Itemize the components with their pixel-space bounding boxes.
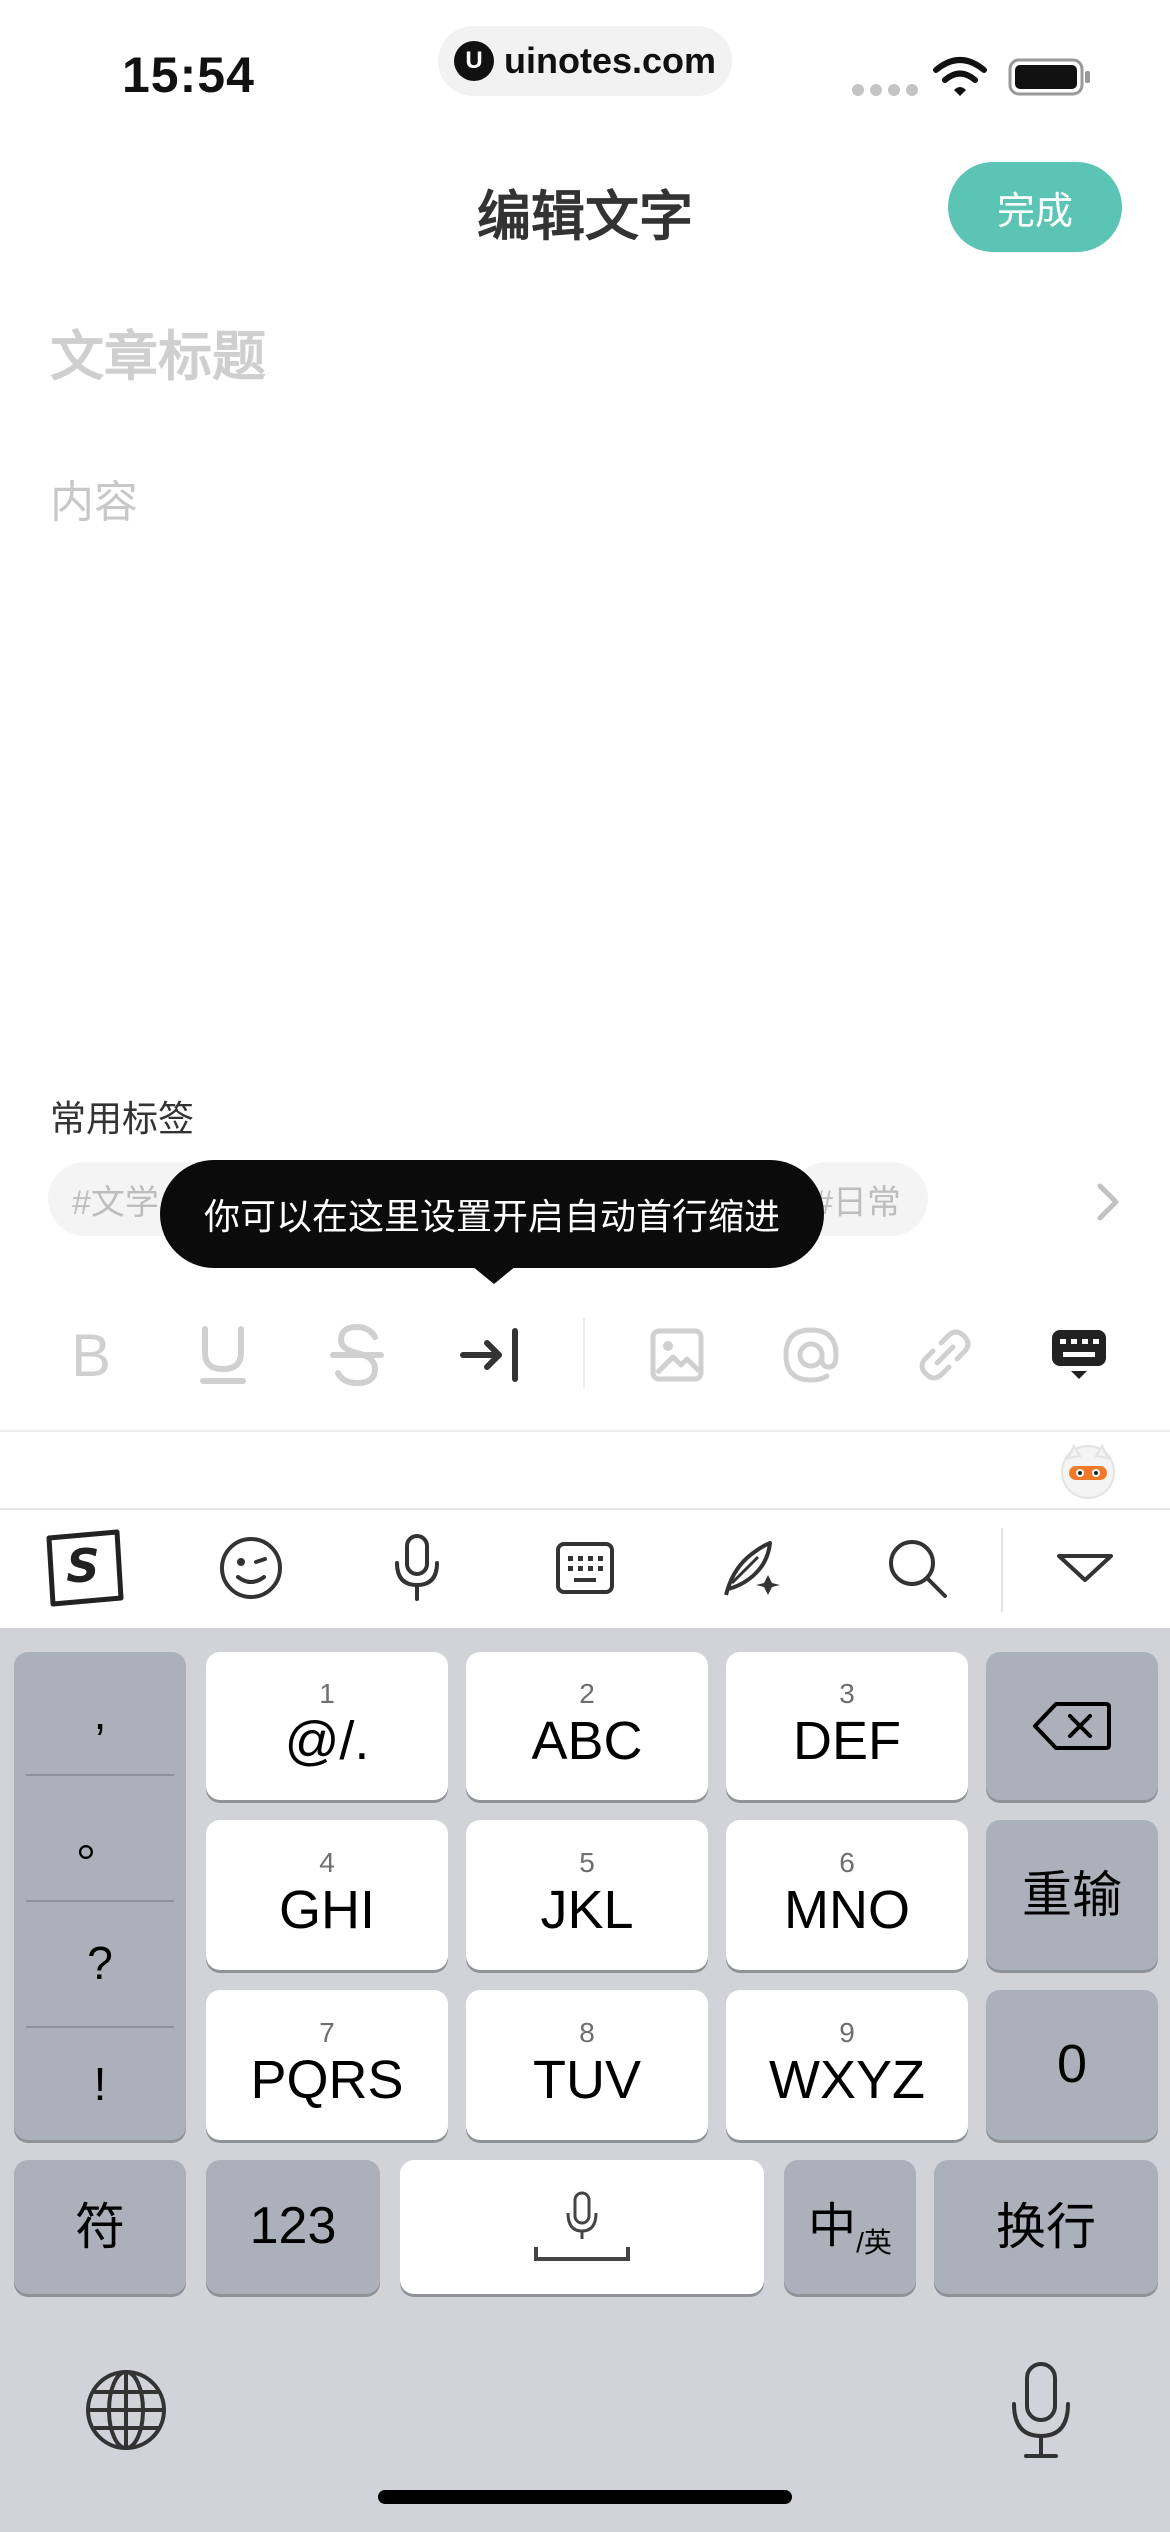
language-switch-key[interactable]: 中 /英: [784, 2160, 916, 2294]
article-title-input[interactable]: 文章标题: [50, 312, 266, 391]
sogou-logo-icon[interactable]: S: [38, 1524, 128, 1612]
strikethrough-icon[interactable]: [312, 1310, 402, 1400]
numbers-key[interactable]: 123: [206, 2160, 380, 2294]
status-time: 15:54: [122, 47, 255, 103]
collapse-keyboard-icon[interactable]: [1040, 1524, 1130, 1612]
key-2[interactable]: 2 ABC: [466, 1652, 708, 1800]
microphone-space-icon: [534, 2191, 630, 2261]
url-pill: U uinotes.com: [438, 26, 732, 96]
key-number: 8: [579, 2017, 595, 2049]
key-label: GHI: [278, 1880, 375, 1941]
underline-icon[interactable]: [178, 1310, 268, 1400]
bold-icon[interactable]: B: [46, 1310, 136, 1400]
site-logo-icon: U: [453, 41, 494, 81]
key-0[interactable]: 0: [986, 1990, 1158, 2140]
key-7[interactable]: 7 PQRS: [206, 1990, 448, 2140]
key-label: 123: [249, 2197, 337, 2256]
key-number: 1: [319, 1678, 335, 1710]
cellular-signal-icon: [852, 84, 918, 96]
key-5[interactable]: 5 JKL: [466, 1820, 708, 1970]
key-label: @/.: [284, 1711, 370, 1772]
keyboard-icon[interactable]: [540, 1524, 630, 1612]
key-number: 9: [839, 2017, 855, 2049]
retype-key[interactable]: 重输: [986, 1820, 1158, 1970]
toolbar-divider: [583, 1318, 585, 1388]
punct-key-comma[interactable]: ,: [14, 1652, 186, 1774]
key-label: 中: [808, 2199, 857, 2253]
ime-divider: [1001, 1528, 1003, 1612]
punct-key-exclamation[interactable]: !: [14, 2028, 186, 2140]
key-label: 重输: [1022, 1866, 1122, 1923]
ime-bar-border: [0, 1508, 1170, 1510]
svg-text:S: S: [66, 1539, 99, 1593]
globe-icon[interactable]: [84, 2368, 168, 2452]
dictation-icon[interactable]: [1008, 2360, 1074, 2460]
home-indicator: [378, 2490, 792, 2504]
url-text: uinotes.com: [503, 40, 717, 81]
key-number: 3: [839, 1678, 855, 1710]
key-number: 6: [839, 1847, 855, 1879]
punct-key-question[interactable]: ?: [14, 1902, 186, 2024]
key-label: PQRS: [250, 2050, 404, 2111]
voice-icon[interactable]: [372, 1524, 462, 1612]
punctuation-column[interactable]: , 。 ? !: [14, 1652, 186, 2140]
space-key[interactable]: [400, 2160, 764, 2294]
key-label: DEF: [793, 1711, 901, 1772]
key-label: MNO: [784, 1880, 910, 1941]
key-label: 0: [1056, 2034, 1088, 2095]
key-number: 7: [319, 2017, 335, 2049]
key-sub-label: /英: [856, 2227, 892, 2258]
symbol-key[interactable]: 符: [14, 2160, 186, 2294]
content-input[interactable]: 内容: [50, 466, 138, 530]
battery-icon: [1008, 58, 1090, 96]
key-6[interactable]: 6 MNO: [726, 1820, 968, 1970]
key-label: ABC: [531, 1711, 643, 1772]
backspace-icon: [1033, 1702, 1111, 1750]
delete-key[interactable]: [986, 1652, 1158, 1800]
wifi-icon: [933, 57, 987, 96]
punct-key-period[interactable]: 。: [14, 1776, 186, 1898]
key-label: 符: [75, 2198, 125, 2255]
key-label: TUV: [533, 2050, 641, 2111]
indent-icon[interactable]: [446, 1310, 536, 1400]
chevron-right-icon[interactable]: [1094, 1180, 1122, 1224]
emoji-icon[interactable]: [206, 1524, 296, 1612]
common-tags-label: 常用标签: [50, 1098, 195, 1139]
key-4[interactable]: 4 GHI: [206, 1820, 448, 1970]
sogou-mascot-icon[interactable]: [1058, 1440, 1118, 1500]
key-number: 4: [319, 1847, 335, 1879]
done-button[interactable]: 完成: [948, 162, 1122, 252]
toolbar-bottom-border: [0, 1430, 1170, 1432]
image-icon[interactable]: [632, 1310, 722, 1400]
mention-icon[interactable]: [766, 1310, 856, 1400]
search-icon[interactable]: [872, 1524, 962, 1612]
return-key[interactable]: 换行: [934, 2160, 1158, 2294]
key-1[interactable]: 1 @/.: [206, 1652, 448, 1800]
key-label: JKL: [540, 1880, 634, 1941]
key-number: 2: [579, 1678, 595, 1710]
link-icon[interactable]: [900, 1310, 990, 1400]
handwriting-icon[interactable]: [706, 1524, 796, 1612]
keyboard-toggle-icon[interactable]: [1034, 1310, 1124, 1400]
key-9[interactable]: 9 WXYZ: [726, 1990, 968, 2140]
key-8[interactable]: 8 TUV: [466, 1990, 708, 2140]
key-number: 5: [579, 1847, 595, 1879]
key-label: WXYZ: [769, 2050, 925, 2111]
key-3[interactable]: 3 DEF: [726, 1652, 968, 1800]
key-label: 换行: [996, 2198, 1096, 2255]
tooltip-arrow: [472, 1266, 516, 1284]
indent-tooltip: 你可以在这里设置开启自动首行缩进: [160, 1160, 824, 1268]
